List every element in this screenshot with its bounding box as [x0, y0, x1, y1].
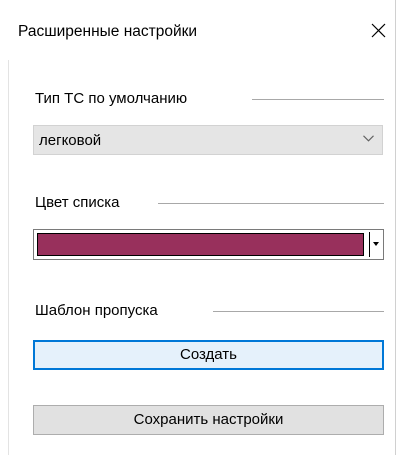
- pass-template-label: Шаблон пропуска: [35, 302, 158, 319]
- create-template-button[interactable]: Создать: [33, 340, 384, 370]
- triangle-down-icon[interactable]: [373, 242, 379, 246]
- vehicle-type-select[interactable]: легковой: [33, 125, 383, 155]
- chevron-down-icon: [363, 135, 374, 142]
- color-picker-separator: [369, 232, 370, 257]
- dialog-title: Расширенные настройки: [18, 23, 198, 40]
- close-button[interactable]: [366, 18, 390, 44]
- save-settings-button[interactable]: Сохранить настройки: [33, 405, 384, 435]
- color-swatch: [37, 233, 364, 256]
- vehicle-type-label: Тип ТС по умолчанию: [35, 90, 188, 107]
- list-color-picker[interactable]: [33, 229, 384, 260]
- list-color-divider: [158, 203, 384, 204]
- settings-dialog: Расширенные настройки Тип ТС по умолчани…: [0, 0, 398, 455]
- content-border: [8, 60, 9, 455]
- pass-template-divider: [213, 311, 384, 312]
- close-icon: [371, 23, 385, 38]
- window-border: [395, 0, 396, 455]
- list-color-label: Цвет списка: [35, 194, 120, 211]
- vehicle-type-divider: [252, 99, 384, 100]
- vehicle-type-value: легковой: [39, 132, 102, 149]
